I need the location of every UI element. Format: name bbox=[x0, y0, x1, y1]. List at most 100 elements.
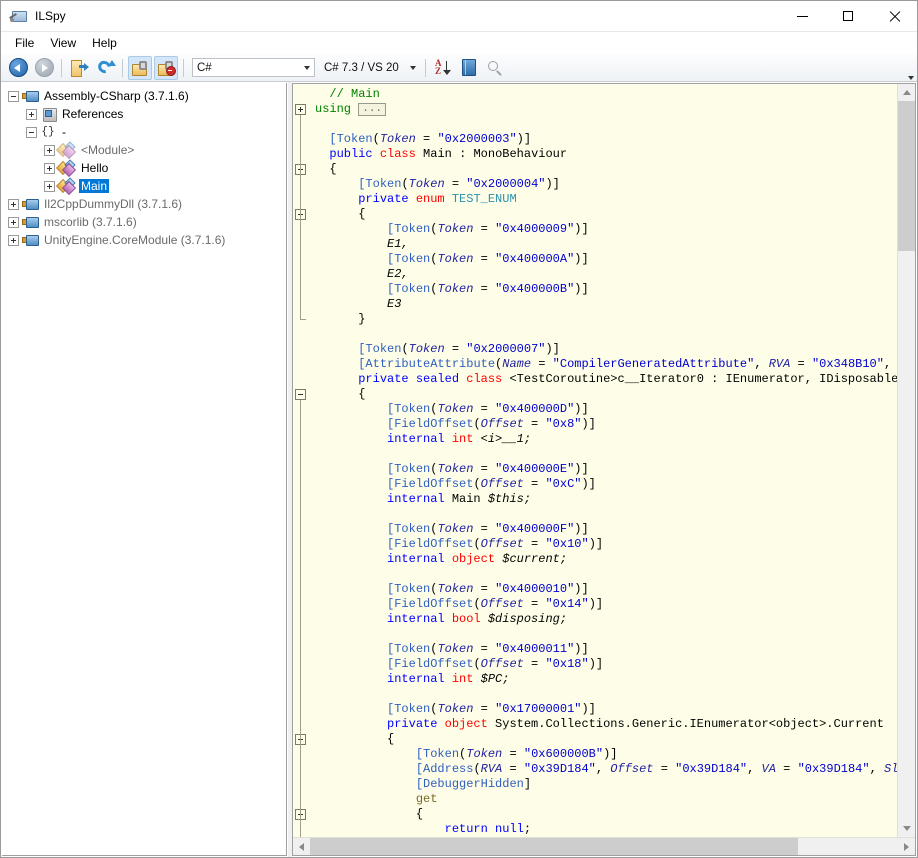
code-token: = bbox=[523, 657, 546, 671]
back-icon bbox=[8, 58, 28, 77]
code-token: Token bbox=[437, 522, 474, 536]
decompile-button[interactable] bbox=[128, 55, 152, 80]
tree-expand-icon[interactable] bbox=[8, 216, 19, 228]
code-token: "0x39D184" bbox=[523, 762, 596, 776]
code-token: )] bbox=[581, 477, 596, 491]
tree-expand-icon[interactable] bbox=[44, 162, 55, 174]
code-token: "0x17000001" bbox=[495, 702, 582, 716]
horizontal-scroll-track[interactable] bbox=[310, 838, 898, 855]
code-token: System.Collections.Generic.IEnumerator<o… bbox=[495, 717, 884, 731]
code-token: Name bbox=[502, 357, 532, 371]
tree-expand-icon[interactable] bbox=[8, 234, 19, 246]
code-token: = bbox=[473, 582, 496, 596]
menu-item-file[interactable]: File bbox=[7, 33, 42, 54]
vertical-scroll-track[interactable] bbox=[898, 101, 915, 820]
code-line: { bbox=[315, 807, 897, 822]
code-token: = bbox=[473, 402, 496, 416]
code-token: "0x600000B" bbox=[523, 747, 604, 761]
code-token: Token bbox=[437, 282, 474, 296]
refresh-icon bbox=[95, 58, 116, 76]
code-token: Slot bbox=[883, 762, 897, 776]
code-token: )] bbox=[603, 747, 618, 761]
tree-node[interactable]: <Module> bbox=[2, 141, 286, 160]
maximize-button[interactable] bbox=[825, 1, 871, 31]
code-token: Token bbox=[394, 282, 431, 296]
search-button[interactable] bbox=[483, 56, 507, 80]
code-vertical-scrollbar[interactable] bbox=[897, 84, 915, 837]
code-horizontal-scrollbar[interactable] bbox=[293, 837, 915, 855]
tree-node[interactable]: Hello bbox=[2, 159, 286, 178]
code-token: = bbox=[473, 642, 496, 656]
code-token: Offset bbox=[480, 537, 524, 551]
scroll-down-button[interactable] bbox=[898, 820, 915, 837]
sort-button[interactable]: AZ bbox=[431, 56, 455, 80]
menu-item-view[interactable]: View bbox=[42, 33, 84, 54]
code-token: $disposing; bbox=[487, 612, 568, 626]
decompile-remove-button[interactable] bbox=[154, 55, 178, 80]
tree-expand-icon[interactable] bbox=[44, 144, 55, 156]
code-token: Token bbox=[336, 132, 373, 146]
code-line: internal int <i>__1; bbox=[315, 432, 897, 447]
code-token: ( bbox=[401, 342, 409, 356]
code-token: = bbox=[653, 762, 676, 776]
fold-collapse-marker[interactable] bbox=[295, 389, 306, 400]
code-token: [ bbox=[315, 702, 395, 716]
tree-node[interactable]: Il2CppDummyDll (3.7.1.6) bbox=[2, 195, 286, 213]
code-token: )] bbox=[588, 537, 604, 551]
fold-margin[interactable] bbox=[293, 84, 309, 837]
close-button[interactable] bbox=[871, 1, 917, 31]
tree-node[interactable]: mscorlib (3.7.1.6) bbox=[2, 213, 286, 231]
code-token: [ bbox=[315, 462, 395, 476]
code-token: Token bbox=[437, 582, 474, 596]
tree-node[interactable]: {} - bbox=[2, 123, 286, 141]
language-combo[interactable]: C# bbox=[192, 58, 315, 77]
code-token: Token bbox=[394, 462, 431, 476]
tree-node[interactable]: Assembly-CSharp (3.7.1.6) bbox=[2, 87, 286, 105]
documentation-button[interactable] bbox=[457, 56, 481, 80]
code-text-area[interactable]: // Main using ... [Token(Token = "0x20000… bbox=[309, 84, 897, 837]
minimize-button[interactable] bbox=[779, 1, 825, 31]
forward-button[interactable] bbox=[32, 56, 56, 80]
code-token: = bbox=[415, 132, 438, 146]
scroll-up-button[interactable] bbox=[898, 84, 915, 101]
tree-expand-icon[interactable] bbox=[26, 108, 37, 120]
language-version-combo[interactable]: C# 7.3 / VS 20 bbox=[319, 58, 421, 77]
horizontal-scroll-thumb[interactable] bbox=[310, 838, 799, 855]
menu-item-help[interactable]: Help bbox=[84, 33, 125, 54]
chevron-down-icon bbox=[300, 65, 314, 70]
code-line: } bbox=[315, 312, 897, 327]
tree-node[interactable]: Main bbox=[2, 177, 286, 196]
code-token: "0x2000003" bbox=[437, 132, 517, 146]
code-token: "0x400000A" bbox=[495, 252, 575, 266]
code-line: [FieldOffset(Offset = "0x8")] bbox=[315, 417, 897, 432]
tree-expand-icon[interactable] bbox=[8, 198, 19, 210]
code-token: = bbox=[473, 702, 496, 716]
code-token: "CompilerGeneratedAttribute" bbox=[552, 357, 755, 371]
refresh-button[interactable] bbox=[93, 56, 117, 80]
code-token: , bbox=[883, 357, 897, 371]
scroll-right-button[interactable] bbox=[898, 838, 915, 855]
tree-collapse-icon[interactable] bbox=[26, 126, 37, 138]
code-line: [FieldOffset(Offset = "0x14")] bbox=[315, 597, 897, 612]
tree-expand-icon[interactable] bbox=[44, 180, 55, 192]
tree-node[interactable]: UnityEngine.CoreModule (3.7.1.6) bbox=[2, 231, 286, 249]
scroll-left-button[interactable] bbox=[293, 838, 310, 855]
back-button[interactable] bbox=[6, 56, 30, 80]
tree-node[interactable]: References bbox=[2, 105, 286, 123]
vertical-scroll-thumb[interactable] bbox=[898, 101, 915, 251]
code-token: )] bbox=[574, 642, 589, 656]
assembly-tree-pane[interactable]: Assembly-CSharp (3.7.1.6) References {} - <M… bbox=[2, 83, 287, 856]
toolbar-overflow-button[interactable] bbox=[905, 53, 917, 83]
code-line: E3 bbox=[315, 297, 897, 312]
close-icon bbox=[889, 11, 900, 22]
code-token: , bbox=[595, 762, 611, 776]
code-token: Token bbox=[437, 702, 474, 716]
assembly-icon bbox=[22, 215, 39, 229]
code-line: private sealed class <TestCoroutine>c__I… bbox=[315, 372, 897, 387]
code-token: Main bbox=[451, 492, 488, 506]
open-button[interactable] bbox=[67, 56, 91, 80]
fold-expand-marker[interactable] bbox=[295, 104, 306, 115]
tree-collapse-icon[interactable] bbox=[8, 90, 19, 102]
